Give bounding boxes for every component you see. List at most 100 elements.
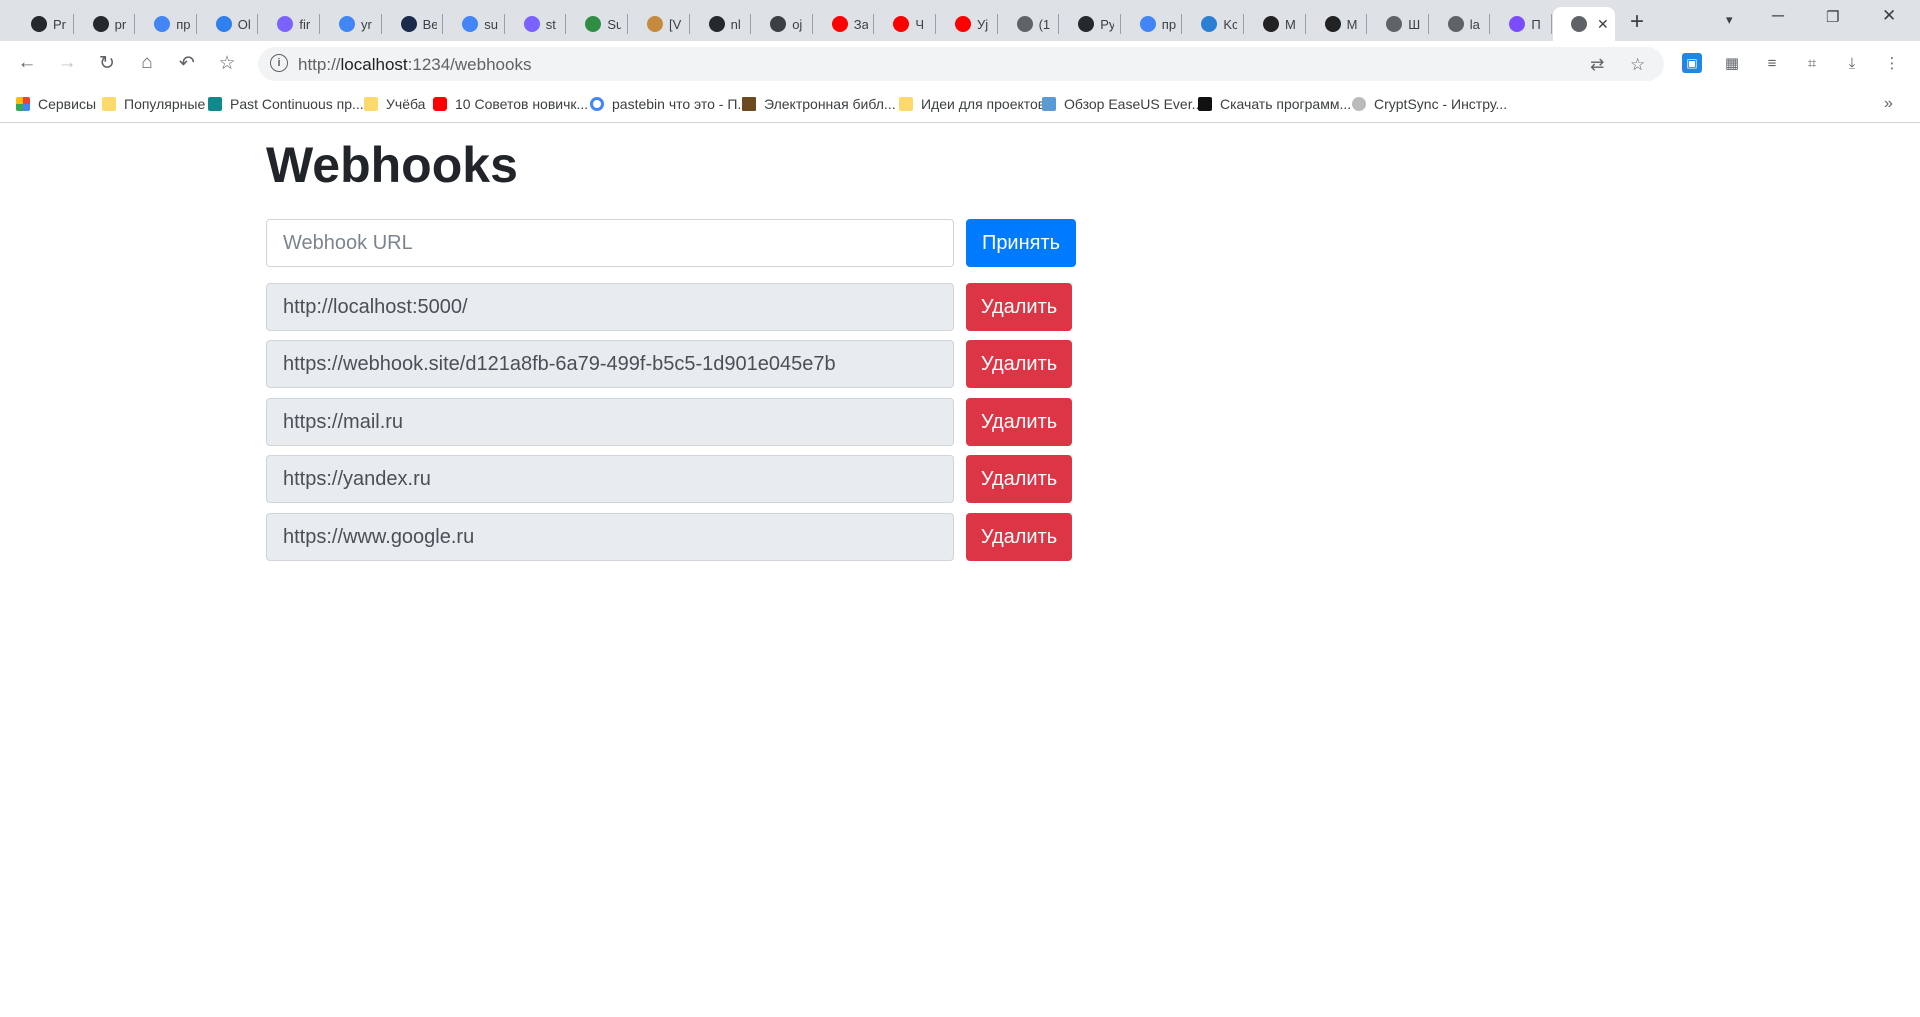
restore-icon[interactable]: ❐ <box>1826 8 1839 26</box>
bookmark-item[interactable]: Скачать программ... <box>1198 96 1351 112</box>
crop-icon[interactable]: ⌗ <box>1802 53 1822 73</box>
browser-tab[interactable]: yr <box>321 7 381 41</box>
bookmark-label: Past Continuous пр... <box>230 96 364 112</box>
delete-button[interactable]: Удалить <box>966 455 1072 503</box>
browser-tab[interactable]: nl <box>691 7 751 41</box>
bookmark-item[interactable]: CryptSync - Инстру... <box>1352 96 1507 112</box>
bookmarks-overflow-icon[interactable]: » <box>1884 95 1893 113</box>
close-tab-icon[interactable]: ✕ <box>1597 16 1609 33</box>
translate-icon[interactable]: ⇄ <box>1590 55 1604 75</box>
new-tab-button[interactable]: + <box>1630 8 1644 36</box>
bookmark-item[interactable]: Идеи для проектов <box>899 96 1045 112</box>
download-icon[interactable]: ⤓ <box>1842 53 1862 73</box>
delete-button[interactable]: Удалить <box>966 398 1072 446</box>
tab-label: пр <box>176 16 191 32</box>
browser-tab[interactable]: fir <box>259 7 319 41</box>
folder-icon <box>102 97 116 111</box>
browser-tab[interactable]: Pr <box>13 7 73 41</box>
browser-tab[interactable]: пр <box>136 7 196 41</box>
browser-tab[interactable]: Be <box>383 7 443 41</box>
browser-tab[interactable]: pr <box>75 7 135 41</box>
bookmark-item[interactable]: 10 Советов новичк... <box>433 96 588 112</box>
close-window-icon[interactable]: ✕ <box>1882 6 1896 26</box>
home-icon[interactable]: ⌂ <box>133 49 161 77</box>
reload-icon[interactable]: ↻ <box>93 49 121 77</box>
minimize-icon[interactable]: ─ <box>1772 6 1784 26</box>
bookmark-label: Учёба <box>386 96 426 112</box>
github-icon <box>708 16 725 32</box>
browser-tab[interactable]: (1 <box>999 7 1059 41</box>
menu-dots-icon[interactable]: ⋮ <box>1882 53 1902 73</box>
tab-label: Su <box>607 16 622 32</box>
tab-label: oj <box>792 16 803 32</box>
browser-tab[interactable]: пр <box>1122 7 1182 41</box>
site-info-icon[interactable]: i <box>270 54 288 72</box>
accept-button[interactable]: Принять <box>966 219 1076 267</box>
browser-tab[interactable]: Ч <box>875 7 935 41</box>
browser-tab[interactable]: st <box>506 7 566 41</box>
bookmark-label: pastebin что это - П... <box>612 96 750 112</box>
browser-tab[interactable]: За <box>814 7 874 41</box>
dog-icon <box>647 16 663 32</box>
folder-icon <box>899 97 913 111</box>
webhook-url-field: https://mail.ru <box>266 398 954 446</box>
browser-tab[interactable]: Py <box>1060 7 1120 41</box>
k-icon <box>1201 16 1218 32</box>
tab-active[interactable]: ✕ <box>1553 7 1615 41</box>
app-icon <box>523 16 540 32</box>
browser-tab[interactable]: Kc <box>1183 7 1243 41</box>
bookmark-item[interactable]: Обзор EaseUS Ever... <box>1042 96 1203 112</box>
apps-extension-icon[interactable]: ▦ <box>1722 53 1742 73</box>
back-arrow-icon[interactable]: ← <box>13 49 41 77</box>
anchor-icon <box>1016 16 1033 32</box>
bookmark-item[interactable]: Сервисы <box>16 96 96 112</box>
bookmark-star-icon[interactable]: ☆ <box>213 49 241 77</box>
tab-strip: + ▾ ─ ❐ ✕ Pr pr пр Ol fir yr Be su st Su [V nl oj За Ч… <box>0 0 1920 41</box>
browser-tab[interactable]: oj <box>752 7 812 41</box>
webhook-url-field: http://localhost:5000/ <box>266 283 954 331</box>
browser-tab[interactable]: su <box>444 7 504 41</box>
webhook-url-input[interactable] <box>266 219 954 267</box>
bookmark-item[interactable]: pastebin что это - П... <box>590 96 749 112</box>
bookmark-item[interactable]: Электронная библ... <box>742 96 896 112</box>
bookmark-item[interactable]: Популярные <box>102 96 205 112</box>
tab-label: [V <box>669 16 682 32</box>
browser-tab[interactable]: П <box>1491 7 1551 41</box>
tab-label: fir <box>299 16 311 32</box>
media-playlist-icon[interactable]: ≡ <box>1762 53 1782 73</box>
address-bar[interactable]: i http://localhost:1234/webhooks ⇄ ☆ <box>258 47 1664 81</box>
tab-search-chevron-down-icon[interactable]: ▾ <box>1726 12 1733 28</box>
star-icon[interactable]: ☆ <box>1630 55 1645 75</box>
undo-icon[interactable]: ↶ <box>173 49 201 77</box>
delete-button[interactable]: Удалить <box>966 340 1072 388</box>
bookmark-item[interactable]: Past Continuous пр... <box>208 96 364 112</box>
browser-tab[interactable]: Ol <box>198 7 258 41</box>
app-icon <box>215 16 232 32</box>
browser-tab[interactable]: Ш <box>1368 7 1428 41</box>
bookmark-label: Электронная библ... <box>764 96 896 112</box>
library-icon <box>742 97 756 111</box>
browser-tab[interactable]: M <box>1245 7 1305 41</box>
browser-toolbar: ← → ↻ ⌂ ↶ ☆ i http://localhost:1234/webh… <box>0 41 1920 87</box>
delete-button[interactable]: Удалить <box>966 283 1072 331</box>
webhook-row: http://localhost:5000/ Удалить <box>266 283 1076 331</box>
delete-button[interactable]: Удалить <box>966 513 1072 561</box>
browser-tab[interactable]: Уј <box>937 7 997 41</box>
bookmark-item[interactable]: Учёба <box>364 96 425 112</box>
tab-label: (1 <box>1038 16 1051 32</box>
forward-arrow-icon[interactable]: → <box>53 49 81 77</box>
browser-tab[interactable]: la <box>1430 7 1490 41</box>
browser-tab[interactable]: [V <box>629 7 689 41</box>
bookmark-label: CryptSync - Инстру... <box>1374 96 1508 112</box>
browser-tab[interactable]: Su <box>567 7 627 41</box>
cube-icon <box>1509 16 1526 32</box>
url-prefix: http:// <box>298 55 341 74</box>
bookmark-label: Обзор EaseUS Ever... <box>1064 96 1204 112</box>
webhook-row: https://yandex.ru Удалить <box>266 455 1076 503</box>
browser-tab[interactable]: M <box>1307 7 1367 41</box>
reader-extension-icon[interactable]: ▣ <box>1682 53 1702 73</box>
tab-label: M <box>1285 16 1296 32</box>
youtube-icon <box>955 16 971 32</box>
globe-icon <box>1447 16 1464 32</box>
address-url[interactable]: http://localhost:1234/webhooks <box>298 55 531 75</box>
